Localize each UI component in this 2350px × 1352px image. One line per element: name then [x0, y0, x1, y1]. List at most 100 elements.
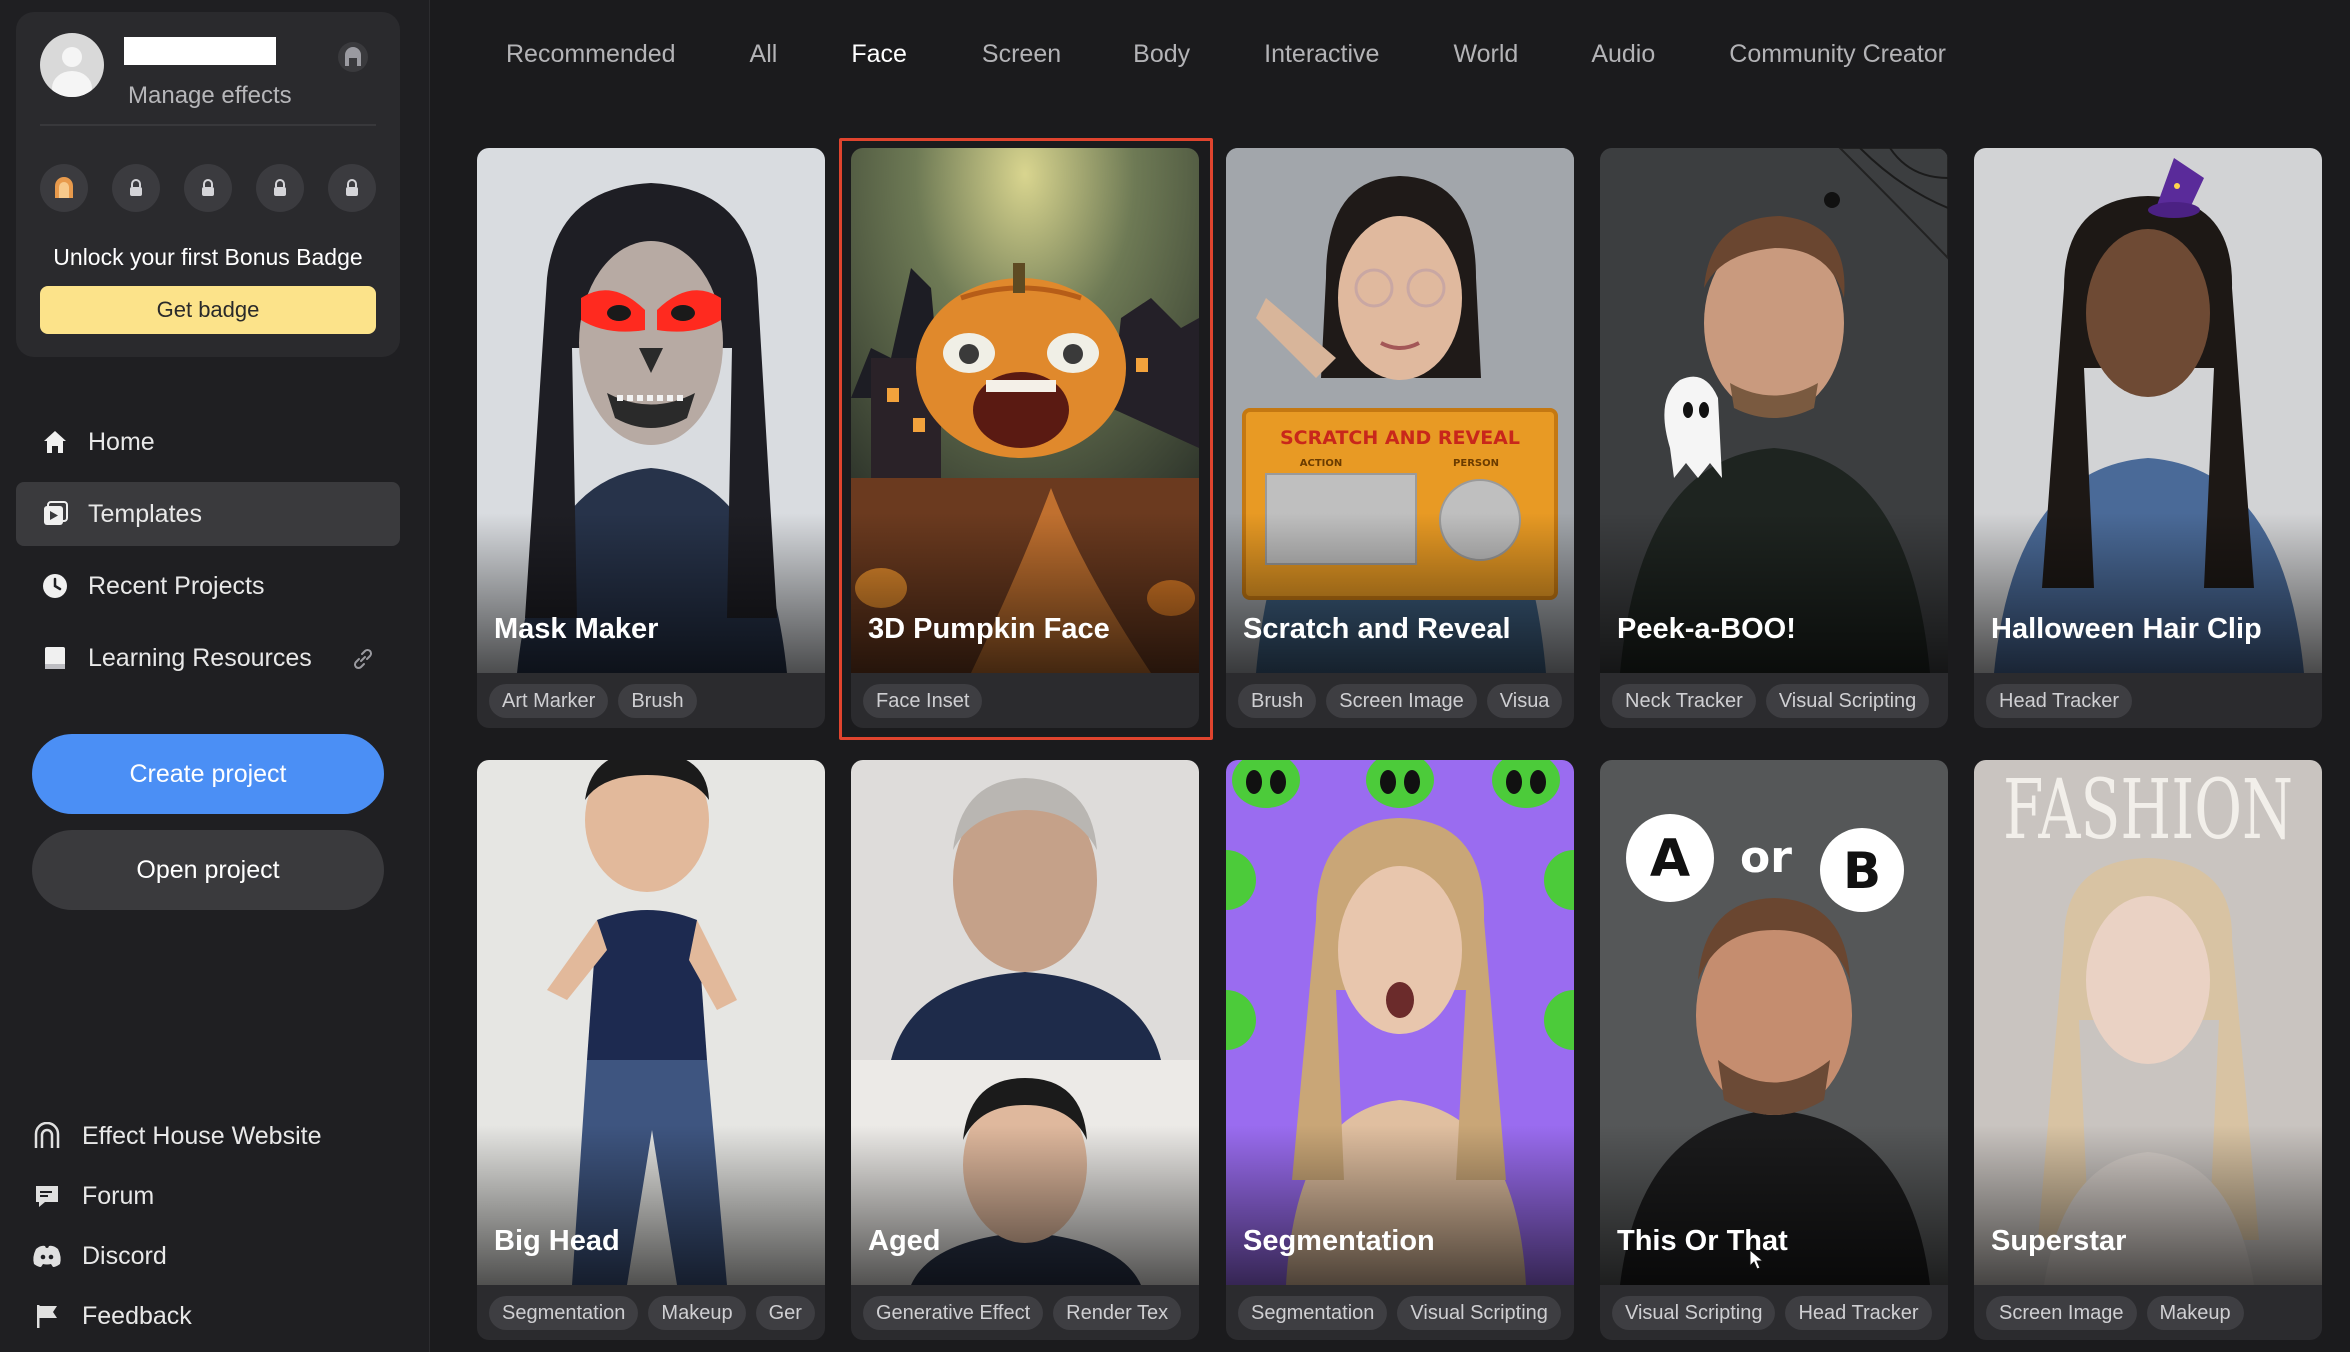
unlock-badge-text: Unlock your first Bonus Badge — [53, 244, 363, 270]
thumbnail-shade — [1600, 513, 1948, 673]
open-project-button[interactable]: Open project — [32, 830, 384, 910]
badge-row — [40, 164, 376, 212]
main-nav: Home Templates Recent Projects Learning … — [16, 410, 400, 698]
template-tags: Face Inset — [863, 684, 1193, 718]
template-title: Halloween Hair Clip — [1991, 613, 2262, 645]
nav-item-recent-projects[interactable]: Recent Projects — [16, 554, 400, 618]
footer-item-forum[interactable]: Forum — [32, 1166, 321, 1226]
template-card-this-or-that[interactable]: A or B This Or That Visual Scripting Hea… — [1600, 760, 1948, 1340]
tab-screen[interactable]: Screen — [982, 40, 1061, 69]
template-thumbnail: FASHION — [1974, 760, 2322, 1285]
template-title: Superstar — [1991, 1225, 2127, 1257]
avatar[interactable] — [40, 33, 104, 97]
footer-item-label: Forum — [82, 1181, 155, 1210]
template-tag: Head Tracker — [1986, 684, 2133, 718]
manage-effects-link[interactable]: Manage effects — [128, 82, 292, 110]
forum-icon — [32, 1181, 62, 1211]
scratch-action-text: ACTION — [1300, 458, 1343, 469]
template-card-halloween-hair-clip[interactable]: Halloween Hair Clip Head Tracker — [1974, 148, 2322, 728]
username-redacted — [124, 37, 276, 65]
discord-icon — [32, 1241, 62, 1271]
tab-face[interactable]: Face — [851, 40, 907, 69]
nav-item-templates[interactable]: Templates — [16, 482, 400, 546]
thumbnail-shade — [477, 513, 825, 673]
template-card-3d-pumpkin-face[interactable]: 3D Pumpkin Face Face Inset — [851, 148, 1199, 728]
tab-recommended[interactable]: Recommended — [506, 40, 676, 69]
template-tag: Visual Scripting — [1397, 1296, 1561, 1330]
template-tags: Visual Scripting Head Tracker — [1612, 1296, 1942, 1330]
thumbnail-shade — [477, 1125, 825, 1285]
template-card-segmentation[interactable]: Segmentation Segmentation Visual Scripti… — [1226, 760, 1574, 1340]
sidebar: Manage effects Unlock your first Bonus B… — [0, 0, 430, 1352]
thumbnail-shade — [851, 1125, 1199, 1285]
profile-divider — [40, 124, 376, 126]
external-link-icon[interactable] — [350, 646, 376, 679]
tab-interactive[interactable]: Interactive — [1264, 40, 1379, 69]
nav-item-home[interactable]: Home — [16, 410, 400, 474]
template-title: Big Head — [494, 1225, 620, 1257]
template-thumbnail — [1226, 760, 1574, 1285]
footer-item-feedback[interactable]: Feedback — [32, 1286, 321, 1346]
footer-item-label: Feedback — [82, 1301, 192, 1330]
badge-icon[interactable] — [338, 42, 368, 72]
profile-card: Manage effects Unlock your first Bonus B… — [16, 12, 400, 357]
tab-community-creator[interactable]: Community Creator — [1729, 40, 1946, 69]
lock-icon[interactable] — [256, 164, 304, 212]
flag-icon — [32, 1301, 62, 1331]
template-tags: Head Tracker — [1986, 684, 2316, 718]
template-card-big-head[interactable]: Big Head Segmentation Makeup Ger — [477, 760, 825, 1340]
template-title: Scratch and Reveal — [1243, 613, 1511, 645]
template-card-superstar[interactable]: FASHION Superstar Screen Image Makeup — [1974, 760, 2322, 1340]
create-project-button[interactable]: Create project — [32, 734, 384, 814]
option-a-text: A — [1650, 829, 1690, 889]
template-thumbnail — [851, 148, 1199, 673]
template-tag: Render Tex — [1053, 1296, 1182, 1330]
tab-all[interactable]: All — [750, 40, 778, 69]
footer-item-discord[interactable]: Discord — [32, 1226, 321, 1286]
template-thumbnail — [1974, 148, 2322, 673]
lock-icon[interactable] — [112, 164, 160, 212]
nav-item-learning-resources[interactable]: Learning Resources — [16, 626, 400, 690]
scratch-person-text: PERSON — [1453, 458, 1499, 469]
template-card-mask-maker[interactable]: Mask Maker Art Marker Brush — [477, 148, 825, 728]
template-tags: Neck Tracker Visual Scripting — [1612, 684, 1942, 718]
template-title: 3D Pumpkin Face — [868, 613, 1110, 645]
scratch-banner-text: SCRATCH AND REVEAL — [1280, 427, 1520, 449]
get-badge-button[interactable]: Get badge — [40, 286, 376, 334]
template-tags: Screen Image Makeup — [1986, 1296, 2316, 1330]
thumbnail-shade — [1226, 513, 1574, 673]
template-thumbnail — [1600, 148, 1948, 673]
template-card-peek-a-boo[interactable]: Peek-a-BOO! Neck Tracker Visual Scriptin… — [1600, 148, 1948, 728]
tab-body[interactable]: Body — [1133, 40, 1190, 69]
nav-item-label: Learning Resources — [88, 643, 312, 672]
footer-item-label: Effect House Website — [82, 1121, 322, 1150]
template-tags: Brush Screen Image Visua — [1238, 684, 1568, 718]
template-tag: Makeup — [648, 1296, 746, 1330]
bonus-badge-icon[interactable] — [40, 164, 88, 212]
lock-icon[interactable] — [328, 164, 376, 212]
thumbnail-shade — [851, 513, 1199, 673]
template-tags: Segmentation Visual Scripting — [1238, 1296, 1568, 1330]
option-b-text: B — [1843, 842, 1881, 900]
template-tag: Brush — [1238, 684, 1317, 718]
template-tags: Art Marker Brush — [489, 684, 819, 718]
footer-item-effect-house-website[interactable]: Effect House Website — [32, 1106, 321, 1166]
tab-audio[interactable]: Audio — [1591, 40, 1655, 69]
fashion-masthead-text: FASHION — [2003, 763, 2293, 858]
template-card-aged[interactable]: Aged Generative Effect Render Tex — [851, 760, 1199, 1340]
template-tag: Brush — [618, 684, 697, 718]
template-tag: Screen Image — [1986, 1296, 2137, 1330]
template-title: Peek-a-BOO! — [1617, 613, 1796, 645]
tab-world[interactable]: World — [1453, 40, 1518, 69]
nav-item-label: Templates — [88, 499, 202, 528]
footer-item-label: Discord — [82, 1241, 167, 1270]
template-tag: Neck Tracker — [1612, 684, 1756, 718]
template-card-scratch-and-reveal[interactable]: SCRATCH AND REVEAL ACTION PERSON Scratch… — [1226, 148, 1574, 728]
clock-icon — [40, 571, 70, 601]
template-tags: Segmentation Makeup Ger — [489, 1296, 819, 1330]
thumbnail-shade — [1974, 513, 2322, 673]
footer-links: Effect House Website Forum Discord Feedb… — [32, 1106, 321, 1346]
avatar-shoulders-shape — [52, 71, 92, 97]
lock-icon[interactable] — [184, 164, 232, 212]
thumbnail-shade — [1600, 1125, 1948, 1285]
